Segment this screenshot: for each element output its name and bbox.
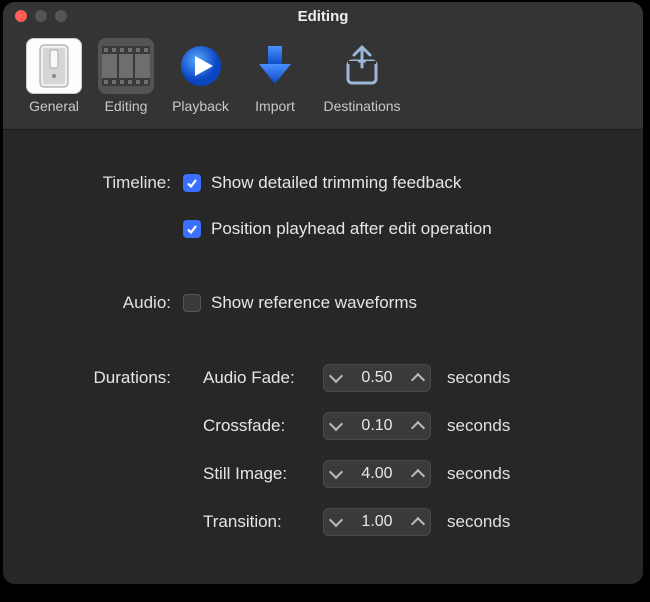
stepper-decrement[interactable] xyxy=(323,508,349,536)
duration-name: Crossfade: xyxy=(183,416,323,436)
chevron-up-icon xyxy=(411,517,425,531)
stepper-still-image[interactable]: 4.00 xyxy=(323,460,431,488)
checkbox-position-playhead[interactable] xyxy=(183,220,201,238)
stepper-value[interactable]: 1.00 xyxy=(349,513,405,531)
stepper-increment[interactable] xyxy=(405,412,431,440)
audio-label: Audio: xyxy=(27,293,183,313)
stepper-increment[interactable] xyxy=(405,508,431,536)
unit-label: seconds xyxy=(447,368,510,388)
duration-name: Still Image: xyxy=(183,464,323,484)
chevron-up-icon xyxy=(411,421,425,435)
chevron-down-icon xyxy=(329,465,343,479)
stepper-decrement[interactable] xyxy=(323,412,349,440)
tab-import[interactable]: Import xyxy=(240,34,310,114)
content-area: Timeline: Show detailed trimming feedbac… xyxy=(3,130,643,570)
durations-label: Durations: xyxy=(27,368,183,388)
timeline-label: Timeline: xyxy=(27,173,183,193)
checkbox-label: Show reference waveforms xyxy=(211,293,417,313)
stepper-audio-fade[interactable]: 0.50 xyxy=(323,364,431,392)
chevron-up-icon xyxy=(411,469,425,483)
minimize-window-button[interactable] xyxy=(35,10,47,22)
stepper-transition[interactable]: 1.00 xyxy=(323,508,431,536)
tab-label: Editing xyxy=(105,98,148,114)
chevron-down-icon xyxy=(329,369,343,383)
tab-playback[interactable]: Playback xyxy=(163,34,238,114)
durations-section: Durations: Audio Fade: 0.50 seconds Cros… xyxy=(27,354,619,546)
destinations-icon xyxy=(334,38,390,94)
tab-label: Destinations xyxy=(323,98,400,114)
checkbox-label: Show detailed trimming feedback xyxy=(211,173,461,193)
playback-icon xyxy=(173,38,229,94)
window-title: Editing xyxy=(298,8,349,25)
stepper-increment[interactable] xyxy=(405,460,431,488)
chevron-up-icon xyxy=(411,373,425,387)
window-controls xyxy=(15,2,67,30)
tab-general[interactable]: General xyxy=(19,34,89,114)
stepper-crossfade[interactable]: 0.10 xyxy=(323,412,431,440)
titlebar: Editing xyxy=(3,2,643,30)
chevron-down-icon xyxy=(329,513,343,527)
tab-destinations[interactable]: Destinations xyxy=(312,34,412,114)
editing-icon xyxy=(98,38,154,94)
unit-label: seconds xyxy=(447,416,510,436)
unit-label: seconds xyxy=(447,464,510,484)
tab-label: Import xyxy=(255,98,295,114)
preferences-toolbar: General xyxy=(3,30,643,130)
stepper-decrement[interactable] xyxy=(323,364,349,392)
stepper-increment[interactable] xyxy=(405,364,431,392)
stepper-value[interactable]: 4.00 xyxy=(349,465,405,483)
duration-name: Audio Fade: xyxy=(183,368,323,388)
chevron-down-icon xyxy=(329,417,343,431)
close-window-button[interactable] xyxy=(15,10,27,22)
tab-editing[interactable]: Editing xyxy=(91,34,161,114)
unit-label: seconds xyxy=(447,512,510,532)
tab-label: Playback xyxy=(172,98,229,114)
preferences-window: Editing General xyxy=(3,2,643,584)
stepper-value[interactable]: 0.10 xyxy=(349,417,405,435)
stepper-value[interactable]: 0.50 xyxy=(349,369,405,387)
tab-label: General xyxy=(29,98,79,114)
duration-name: Transition: xyxy=(183,512,323,532)
zoom-window-button[interactable] xyxy=(55,10,67,22)
import-icon xyxy=(247,38,303,94)
stepper-decrement[interactable] xyxy=(323,460,349,488)
general-icon xyxy=(26,38,82,94)
checkbox-trimming-feedback[interactable] xyxy=(183,174,201,192)
checkbox-label: Position playhead after edit operation xyxy=(211,219,492,239)
checkbox-reference-waveforms[interactable] xyxy=(183,294,201,312)
